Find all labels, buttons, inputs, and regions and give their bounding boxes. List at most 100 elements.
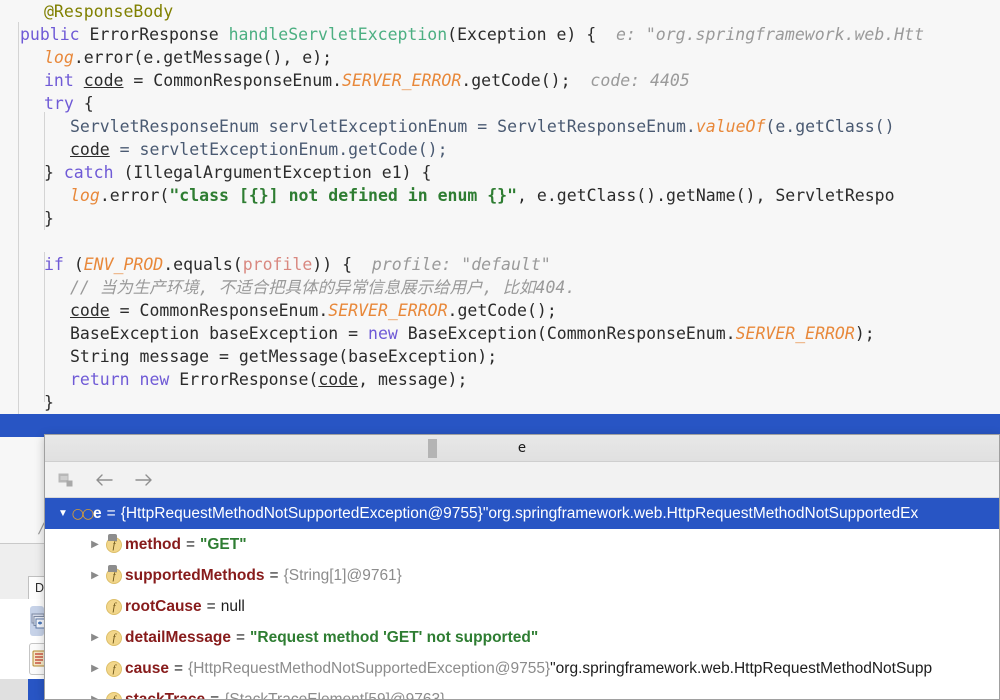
code-line: code = CommonResponseEnum.SERVER_ERROR.g…: [0, 299, 557, 322]
variables-tree[interactable]: ▼ ○○ e = {HttpRequestMethodNotSupportedExcep…: [45, 498, 999, 699]
equals-sign: =: [173, 659, 184, 677]
variable-name: detailMessage: [125, 628, 231, 646]
code-token: .error(e.getMessage(), e);: [73, 48, 333, 67]
code-line: }: [0, 391, 54, 414]
code-line: log.error("class [{}] not defined in enu…: [0, 184, 895, 207]
code-line: @ResponseBody: [0, 0, 173, 23]
code-token: ErrorResponse(: [179, 370, 319, 389]
code-line: // 当为生产环境, 不适合把具体的异常信息展示给用户, 比如404.: [0, 276, 575, 299]
code-token: .getCode();: [447, 301, 557, 320]
code-token: (: [73, 255, 84, 274]
code-token: (e.getClass(): [765, 117, 895, 136]
chevron-down-icon[interactable]: ▼: [55, 508, 71, 519]
code-token: SERVER_ERROR: [342, 71, 462, 90]
code-token: if: [44, 255, 74, 274]
chevron-right-icon[interactable]: ▶: [87, 694, 103, 699]
chevron-right-icon[interactable]: ▶: [87, 632, 103, 643]
code-token: SERVER_ERROR: [328, 301, 448, 320]
code-token: (IllegalArgumentException e1) {: [123, 163, 432, 182]
code-token: log: [44, 48, 74, 67]
code-token: code: [70, 301, 110, 320]
chevron-right-icon[interactable]: ▶: [87, 663, 103, 674]
code-token: = CommonResponseEnum.: [109, 301, 329, 320]
tree-row[interactable]: ▶fstackTrace = {StackTraceElement[59]@9763…: [45, 684, 999, 699]
variable-value: "org.springframework.web.HttpRequestMeth…: [482, 504, 919, 522]
tree-row[interactable]: ▼ ○○ e = {HttpRequestMethodNotSupportedExcep…: [45, 498, 999, 529]
tree-row[interactable]: ▶ f supportedMethods = {String[1]@9761}: [45, 560, 999, 591]
variable-name: cause: [125, 659, 169, 677]
code-token: ErrorResponse: [89, 25, 229, 44]
code-token: return new: [70, 370, 180, 389]
code-token: ServletResponseEnum servletExceptionEnum…: [70, 117, 696, 136]
code-line: }: [0, 207, 54, 230]
watch-glasses-icon: ○○: [71, 505, 94, 522]
code-token: SERVER_ERROR: [735, 324, 855, 343]
tree-row[interactable]: ▶ f cause = {HttpRequestMethodNotSupportedEx…: [45, 653, 999, 684]
tree-row[interactable]: f rootCause = null: [45, 591, 999, 622]
code-token: )) {: [312, 255, 353, 274]
code-token: , message);: [358, 370, 468, 389]
code-token: .error(: [99, 186, 170, 205]
variable-value: {StackTraceElement[59]@9763}: [224, 690, 446, 700]
code-line: BaseException baseException = new BaseEx…: [0, 322, 875, 345]
variable-name: method: [125, 535, 181, 553]
code-line: int code = CommonResponseEnum.SERVER_ERR…: [0, 69, 690, 92]
code-token: ENV_PROD: [83, 255, 164, 274]
variable-name: stackTrace: [125, 690, 206, 700]
field-icon: f: [103, 598, 125, 615]
code-token: public: [20, 25, 90, 44]
code-token: profile: [242, 255, 313, 274]
popup-shadow-left: [28, 679, 44, 700]
debug-bottom-strip: [0, 679, 28, 700]
equals-sign: =: [269, 566, 279, 584]
code-token: String message = getMessage(baseExceptio…: [70, 347, 498, 366]
debug-frames-button[interactable]: [30, 606, 48, 636]
code-token: .getCode();: [461, 71, 571, 90]
object-reference: {HttpRequestMethodNotSupportedException@…: [120, 504, 483, 522]
variable-name: rootCause: [125, 597, 202, 615]
code-line: log.error(e.getMessage(), e);: [0, 46, 332, 69]
arrow-left-icon[interactable]: [94, 469, 116, 491]
variable-name: supportedMethods: [125, 566, 265, 584]
debug-value-popup[interactable]: e ▼ ○○ e = {HttpRequestMethodNotSupporte…: [44, 434, 1000, 700]
code-token: handleServletException: [228, 25, 448, 44]
field-icon: f: [103, 564, 125, 584]
object-reference: {HttpRequestMethodNotSupportedException@…: [188, 659, 551, 677]
chevron-right-icon[interactable]: ▶: [87, 570, 103, 581]
variable-value: {String[1]@9761}: [283, 566, 402, 584]
field-icon: f: [103, 629, 125, 646]
code-token: "class [{}] not defined in enum {}": [169, 186, 518, 205]
field-icon: f: [103, 660, 125, 677]
code-token: catch: [63, 163, 124, 182]
code-token: valueOf: [695, 117, 766, 136]
code-line: String message = getMessage(baseExceptio…: [0, 345, 497, 368]
code-token: code: 4405: [570, 71, 690, 90]
arrow-right-icon[interactable]: [132, 469, 154, 491]
code-token: }: [44, 163, 64, 182]
code-token: BaseException(CommonResponseEnum.: [407, 324, 736, 343]
code-line: try {: [0, 92, 94, 115]
code-token: , e.getClass().getName(), ServletRespo: [517, 186, 895, 205]
equals-sign: =: [210, 690, 220, 700]
code-token: log: [70, 186, 100, 205]
watch-frames-icon[interactable]: [56, 469, 78, 491]
code-token: code: [83, 71, 124, 90]
code-token: );: [854, 324, 875, 343]
code-token: code: [70, 140, 110, 159]
field-icon: f: [103, 533, 125, 553]
variable-value: "Request method 'GET' not supported": [250, 628, 539, 646]
code-token: = servletExceptionEnum.getCode();: [109, 140, 448, 159]
tree-row[interactable]: ▶ f method = "GET": [45, 529, 999, 560]
variable-name: e: [93, 504, 102, 522]
popup-toolbar[interactable]: [45, 462, 999, 498]
chevron-right-icon[interactable]: ▶: [87, 539, 103, 550]
code-token: }: [44, 393, 54, 412]
code-token: BaseException baseException =: [70, 324, 369, 343]
code-line: public ErrorResponse handleServletExcept…: [0, 23, 924, 46]
equals-sign: =: [106, 504, 116, 522]
code-line: ServletResponseEnum servletExceptionEnum…: [0, 115, 895, 138]
code-token: = CommonResponseEnum.: [123, 71, 343, 90]
tree-row[interactable]: ▶ f detailMessage = "Request method 'GET' no…: [45, 622, 999, 653]
variable-value: null: [220, 597, 245, 615]
